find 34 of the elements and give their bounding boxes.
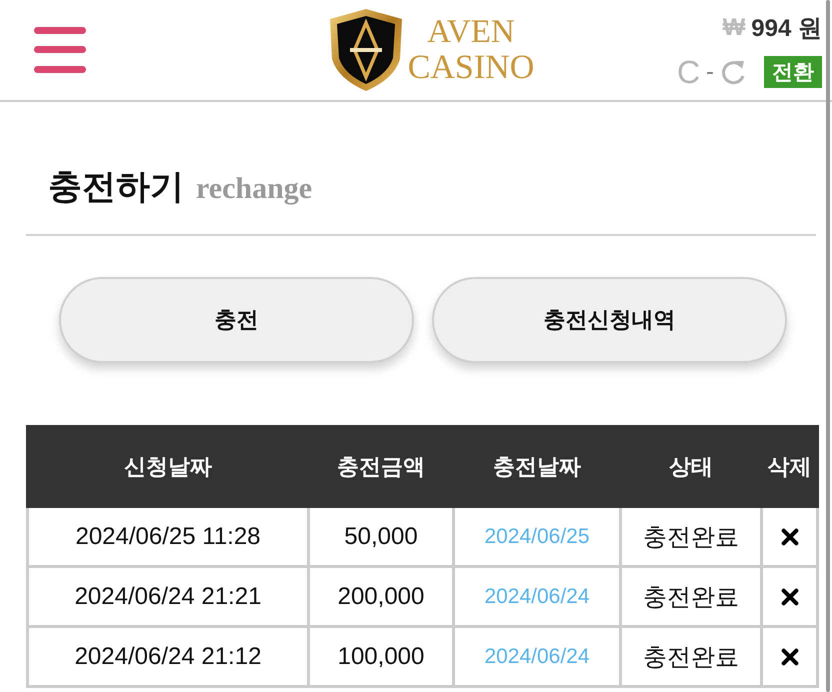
- logo-text: CASINO: [408, 50, 534, 84]
- table-cell: 2024/06/24 21:12: [28, 626, 308, 686]
- table-cell: 2024/06/25: [454, 506, 620, 566]
- column-header: 삭제: [762, 426, 818, 506]
- point-label: C: [676, 56, 700, 88]
- column-header: 상태: [620, 426, 762, 506]
- table-cell: 200,000: [308, 566, 454, 626]
- balance-amount: 994 원: [751, 14, 822, 44]
- table-cell: 100,000: [308, 626, 454, 686]
- table-cell: 50,000: [308, 506, 454, 566]
- pill-button[interactable]: 충전: [59, 277, 414, 363]
- pill-button[interactable]: 충전신청내역: [432, 277, 787, 363]
- shield-logo-icon[interactable]: [330, 9, 402, 91]
- column-header: 충전날짜: [454, 426, 620, 506]
- delete-icon[interactable]: [780, 648, 798, 666]
- table-cell: 2024/06/25 11:28: [28, 506, 308, 566]
- separator-text: -: [706, 60, 714, 84]
- table-cell: 2024/06/24: [454, 566, 620, 626]
- scrollbar-thumb[interactable]: [826, 0, 830, 692]
- column-header: 신청날짜: [28, 426, 308, 506]
- currency-sign: ₩: [722, 14, 746, 42]
- table-cell: 충전완료: [620, 626, 762, 686]
- table-cell: 충전완료: [620, 566, 762, 626]
- logo-text: AVEN: [427, 16, 515, 48]
- table-cell: 2024/06/24 21:21: [28, 566, 308, 626]
- delete-icon[interactable]: [780, 588, 798, 606]
- menu-icon[interactable]: [34, 27, 86, 73]
- delete-icon[interactable]: [780, 528, 798, 546]
- table-cell: 2024/06/24: [454, 626, 620, 686]
- switch-button[interactable]: 전환: [764, 56, 822, 88]
- page-subtitle: rechange: [196, 172, 312, 206]
- page-title: 충전하기: [48, 166, 184, 209]
- table-cell: 충전완료: [620, 506, 762, 566]
- column-header: 충전금액: [308, 426, 454, 506]
